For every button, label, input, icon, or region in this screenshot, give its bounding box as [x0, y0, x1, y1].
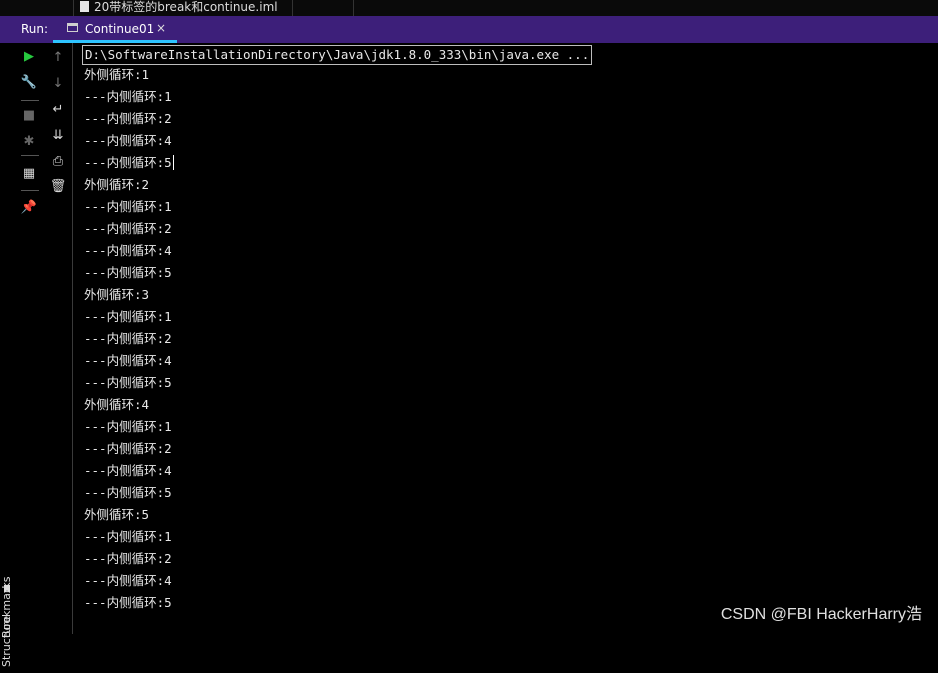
console-line-text: 外侧循环:5	[84, 507, 150, 522]
console-actions-toolbar: ↑ ↓ ↵ ⇊ ⎙ 🗑	[44, 43, 73, 634]
debug-icon[interactable]: ✱	[21, 134, 37, 150]
print-icon[interactable]: ⎙	[50, 154, 66, 170]
console-line: ---内侧循环:4	[84, 130, 172, 152]
console-line-text: ---内侧循环:4	[84, 353, 172, 368]
console-line: ---内侧循环:5	[84, 372, 172, 394]
console-line-text: 外侧循环:3	[84, 287, 150, 302]
console-line: ---内侧循环:4	[84, 460, 172, 482]
down-arrow-icon[interactable]: ↓	[50, 76, 66, 92]
console-line-text: ---内侧循环:2	[84, 221, 172, 236]
console-line: ---内侧循环:2	[84, 108, 172, 130]
console-line-text: 外侧循环:1	[84, 67, 150, 82]
editor-tab-strip: 20带标签的break和continue.iml	[0, 0, 938, 17]
console-line-text: ---内侧循环:2	[84, 551, 172, 566]
console-line: ---内侧循环:2	[84, 548, 172, 570]
console-line-text: ---内侧循环:5	[84, 595, 172, 610]
console-line: ---内侧循环:5	[84, 262, 172, 284]
console-line: 外侧循环:4	[84, 394, 149, 416]
run-actions-toolbar: ▶ 🔧 ■ ✱ ▦ 📌	[18, 43, 45, 634]
console-line-text: 外侧循环:2	[84, 177, 150, 192]
console-line-text: ---内侧循环:2	[84, 111, 172, 126]
console-line-text: ---内侧循环:5	[84, 485, 172, 500]
console-line-text: ---内侧循环:1	[84, 89, 172, 104]
console-line-text: ---内侧循环:2	[84, 441, 172, 456]
console-line-text: ---内侧循环:4	[84, 133, 172, 148]
trash-icon[interactable]: 🗑	[50, 179, 67, 195]
pin-icon[interactable]: 📌	[21, 200, 37, 216]
command-line: D:\SoftwareInstallationDirectory\Java\jd…	[82, 45, 593, 65]
console-line: ---内侧循环:4	[84, 570, 172, 592]
console-line-text: ---内侧循环:4	[84, 463, 172, 478]
run-tab-title: Continue01	[85, 22, 155, 36]
console-line: 外侧循环:5	[84, 504, 149, 526]
wrench-icon[interactable]: 🔧	[21, 75, 37, 91]
up-arrow-icon[interactable]: ↑	[50, 50, 66, 66]
console-line-text: ---内侧循环:4	[84, 243, 172, 258]
console-line: ---内侧循环:1	[84, 416, 172, 438]
rerun-icon[interactable]: ▶	[21, 49, 37, 65]
console-output[interactable]: D:\SoftwareInstallationDirectory\Java\jd…	[82, 44, 938, 634]
console-line: ---内侧循环:2	[84, 328, 172, 350]
console-line-text: ---内侧循环:1	[84, 529, 172, 544]
close-icon[interactable]: ×	[156, 21, 166, 35]
console-line-text: ---内侧循环:4	[84, 573, 172, 588]
console-line: ---内侧循环:2	[84, 218, 172, 240]
console-line: ---内侧循环:1	[84, 526, 172, 548]
console-line-text: ---内侧循环:1	[84, 309, 172, 324]
console-line-text: ---内侧循环:5	[84, 375, 172, 390]
run-tab-continue01[interactable]: Continue01 ×	[53, 16, 177, 43]
console-line: ---内侧循环:4	[84, 240, 172, 262]
console-line: ---内侧循环:5	[84, 152, 174, 174]
console-line-text: ---内侧循环:1	[84, 419, 172, 434]
bookmark-icon	[0, 585, 14, 603]
structure-side-tab[interactable]: Structure	[0, 613, 14, 673]
console-icon	[67, 23, 78, 32]
console-line-text: ---内侧循环:2	[84, 331, 172, 346]
console-line: 外侧循环:1	[84, 64, 149, 86]
console-line-text: 外侧循环:4	[84, 397, 150, 412]
console-line: ---内侧循环:5	[84, 482, 172, 504]
run-label: Run:	[21, 22, 49, 36]
file-icon	[80, 1, 89, 12]
stop-icon[interactable]: ■	[21, 108, 37, 124]
console-line: ---内侧循环:4	[84, 350, 172, 372]
console-line: ---内侧循环:5	[84, 592, 172, 614]
scroll-to-end-icon[interactable]: ⇊	[50, 128, 66, 144]
watermark: CSDN @FBI HackerHarry浩	[720, 606, 922, 623]
console-line: ---内侧循环:1	[84, 196, 172, 218]
tab-divider	[353, 0, 354, 16]
run-tool-window-header: Run: Continue01 ×	[0, 16, 938, 43]
toolbar-separator	[21, 190, 39, 191]
console-line-text: ---内侧循环:5	[84, 265, 172, 280]
console-line: ---内侧循环:1	[84, 306, 172, 328]
toolbar-separator	[21, 155, 39, 156]
console-line: 外侧循环:2	[84, 174, 149, 196]
editor-tab-label: 20带标签的break和continue.iml	[94, 0, 278, 14]
toolbar-separator	[21, 100, 39, 101]
console-line: 外侧循环:3	[84, 284, 149, 306]
console-line: ---内侧循环:1	[84, 86, 172, 108]
layout-icon[interactable]: ▦	[21, 166, 37, 182]
console-line-text: ---内侧循环:5	[84, 155, 172, 170]
console-line: ---内侧循环:2	[84, 438, 172, 460]
editor-tab-iml[interactable]: 20带标签的break和continue.iml	[73, 0, 293, 16]
structure-label: Structure	[0, 615, 13, 667]
console-line-text: ---内侧循环:1	[84, 199, 172, 214]
side-tool-strip: Bookmarks Structure	[0, 43, 19, 667]
text-caret	[172, 155, 174, 170]
soft-wrap-icon[interactable]: ↵	[50, 102, 66, 118]
